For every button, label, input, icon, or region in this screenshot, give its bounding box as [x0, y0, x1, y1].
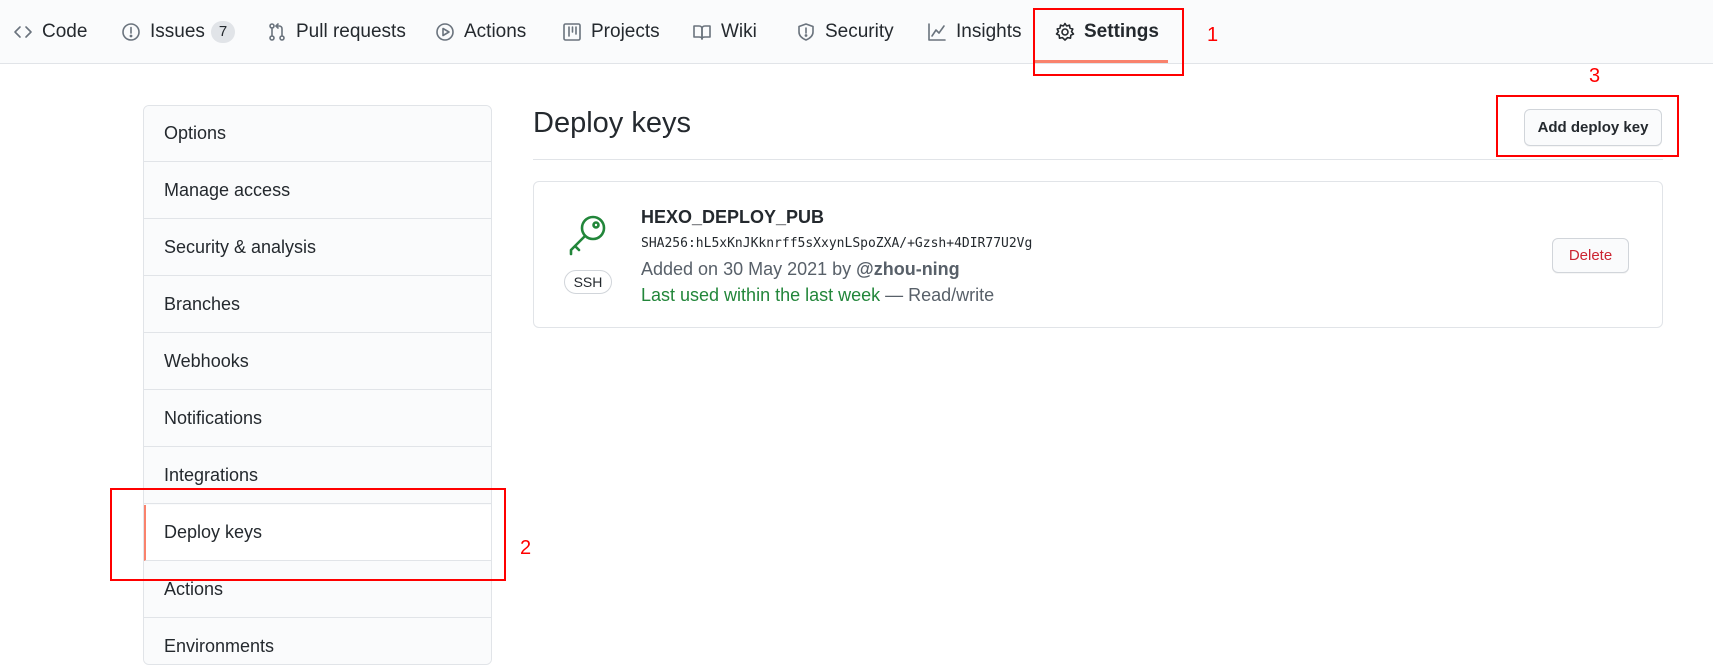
sidebar-item-label: Branches: [164, 294, 241, 314]
annotation-number: 2: [520, 537, 532, 559]
key-added-text: Added on 30 May 2021 by: [641, 259, 857, 279]
tab-issues-label: Issues: [150, 21, 205, 42]
deploy-key-item: SSH HEXO_DEPLOY_PUB SHA256:hL5xKnJKknrff…: [533, 181, 1663, 328]
key-icon: [569, 215, 606, 256]
tab-pull-requests-label: Pull requests: [296, 21, 406, 42]
annotation-number: 1: [1207, 24, 1219, 46]
key-added-by-link[interactable]: @zhou-ning: [856, 259, 960, 279]
sidebar-item-notifications[interactable]: Notifications: [144, 391, 491, 447]
sidebar-item-label: Security & analysis: [164, 237, 317, 257]
tab-insights[interactable]: Insights: [927, 0, 1021, 64]
graph-icon: [928, 23, 946, 41]
annotation-box-deploy-keys: [110, 488, 506, 581]
sidebar-item-branches[interactable]: Branches: [144, 277, 491, 333]
key-added-info: Added on 30 May 2021 by @zhou-ning: [641, 259, 960, 280]
settings-sidebar: Options Manage access Security & analysi…: [143, 105, 492, 665]
play-icon: [436, 23, 454, 41]
tab-wiki-label: Wiki: [721, 21, 757, 42]
sidebar-item-security-analysis[interactable]: Security & analysis: [144, 220, 491, 276]
sidebar-item-environments[interactable]: Environments: [144, 619, 491, 664]
tab-security-label: Security: [825, 21, 894, 42]
key-usage-info: Last used within the last week — Read/wr…: [641, 285, 994, 306]
tab-issues[interactable]: Issues 7: [121, 0, 236, 64]
repo-nav: Code Issues 7 Pull requests Actions Proj…: [0, 0, 1713, 64]
key-last-used: Last used within the last week: [641, 285, 881, 305]
sidebar-item-label: Integrations: [164, 465, 259, 485]
shield-icon: [798, 23, 814, 41]
sidebar-item-manage-access[interactable]: Manage access: [144, 163, 491, 219]
tab-code[interactable]: Code: [13, 0, 87, 64]
key-fingerprint: SHA256:hL5xKnJKknrff5sXxynLSpoZXA/+Gzsh+…: [641, 236, 1033, 251]
sidebar-item-label: Notifications: [164, 408, 263, 428]
title-divider: [533, 159, 1663, 160]
tab-code-label: Code: [42, 21, 88, 42]
book-icon: [693, 25, 711, 40]
ssh-badge: SSH: [564, 270, 612, 294]
pull-request-icon: [269, 23, 285, 41]
sidebar-item-label: Actions: [164, 579, 224, 599]
delete-key-button[interactable]: Delete: [1552, 238, 1629, 273]
issue-icon: [122, 23, 140, 41]
annotation-box-add-key: [1496, 95, 1679, 157]
tab-wiki[interactable]: Wiki: [692, 0, 757, 64]
tab-security[interactable]: Security: [796, 0, 894, 64]
tab-projects[interactable]: Projects: [562, 0, 660, 64]
tab-pull-requests[interactable]: Pull requests: [267, 0, 406, 64]
sidebar-item-webhooks[interactable]: Webhooks: [144, 334, 491, 390]
sidebar-item-options[interactable]: Options: [144, 106, 491, 162]
sidebar-item-label: Webhooks: [164, 351, 249, 371]
tab-actions[interactable]: Actions: [435, 0, 526, 64]
issues-count-badge: 7: [210, 21, 236, 43]
tab-insights-label: Insights: [956, 21, 1022, 42]
project-icon: [563, 23, 581, 41]
tab-projects-label: Projects: [591, 21, 660, 42]
code-icon: [14, 26, 32, 38]
sidebar-item-label: Options: [164, 123, 227, 143]
annotation-number: 3: [1589, 65, 1601, 87]
annotation-box-settings: [1033, 8, 1184, 76]
sidebar-item-label: Environments: [164, 636, 275, 656]
key-access-level: — Read/write: [880, 285, 995, 305]
key-name: HEXO_DEPLOY_PUB: [641, 207, 825, 227]
tab-actions-label: Actions: [464, 21, 527, 42]
page-title: Deploy keys: [533, 107, 691, 139]
sidebar-item-label: Manage access: [164, 180, 291, 200]
